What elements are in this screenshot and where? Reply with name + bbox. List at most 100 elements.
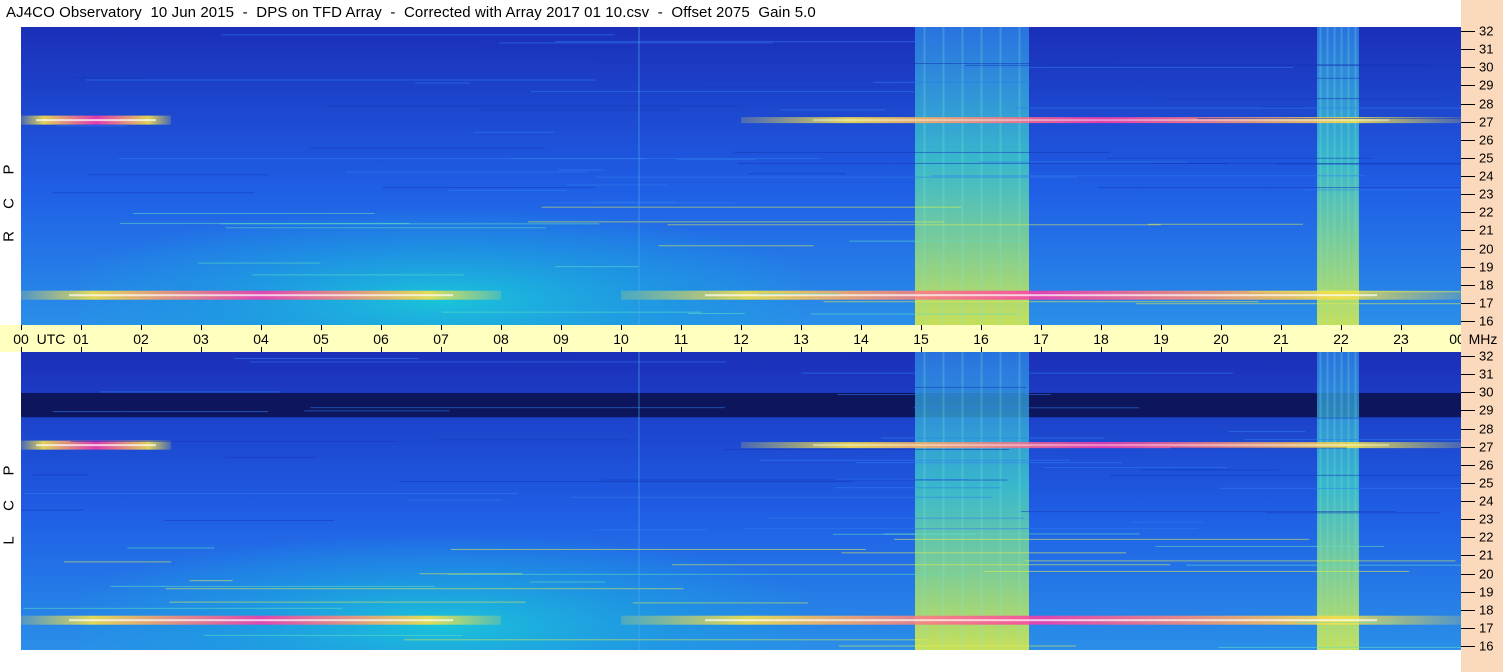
mhz-label: MHz	[1468, 331, 1498, 347]
emission-core	[813, 444, 1389, 447]
freq-tick	[1461, 501, 1475, 502]
daytime-background	[81, 157, 801, 325]
rfi-streak	[517, 365, 576, 367]
time-tick	[1341, 325, 1342, 330]
rfi-streak	[310, 407, 725, 409]
rfi-streak	[810, 313, 1018, 315]
freq-tick-label: 19	[1479, 259, 1494, 275]
lcp-spectrogram	[21, 352, 1461, 650]
time-tick	[201, 325, 202, 330]
rfi-streak	[555, 41, 936, 43]
freq-tick	[1461, 121, 1475, 123]
time-tick-label: 00	[13, 331, 29, 347]
time-tick	[981, 325, 982, 330]
freq-tick-label: 22	[1479, 204, 1494, 220]
time-tick	[1401, 325, 1402, 330]
rfi-streak	[252, 274, 465, 276]
rfi-streak	[327, 105, 740, 107]
rfi-streak	[672, 564, 1171, 566]
rfi-streak	[1110, 474, 1461, 476]
rfi-streak	[959, 66, 1294, 68]
freq-tick	[1461, 464, 1475, 466]
rfi-streak	[1303, 189, 1461, 191]
rfi-streak	[757, 293, 841, 295]
rfi-streak	[704, 86, 903, 88]
rfi-streak	[127, 547, 215, 549]
freq-tick	[1461, 31, 1475, 32]
rfi-streak	[439, 439, 629, 441]
time-tick-label: 05	[313, 331, 329, 347]
time-tick	[321, 325, 322, 330]
rfi-streak	[841, 552, 1127, 554]
freq-tick-label: 30	[1479, 384, 1494, 400]
rfi-streak	[575, 354, 844, 356]
rfi-streak	[601, 479, 1008, 481]
rfi-streak	[408, 499, 503, 501]
time-tick	[141, 325, 142, 330]
rfi-streak	[834, 487, 1001, 489]
rfi-streak	[1249, 291, 1461, 293]
pol-letter: C	[0, 500, 18, 511]
time-tick	[1101, 325, 1102, 330]
rfi-streak	[23, 607, 343, 609]
rfi-streak	[965, 64, 1431, 66]
rfi-streak	[677, 159, 757, 161]
rfi-streak	[747, 173, 846, 175]
rfi-streak	[165, 588, 684, 590]
freq-tick	[1461, 85, 1475, 87]
time-tick-label: 06	[373, 331, 389, 347]
rfi-streak	[893, 538, 1310, 540]
rfi-streak	[345, 171, 587, 173]
freq-tick	[1461, 321, 1475, 322]
freq-tick-label: 31	[1479, 41, 1494, 57]
rfi-streak	[250, 361, 726, 363]
rfi-streak	[110, 585, 435, 587]
lcp-spectrogram-plot	[21, 352, 1461, 650]
freq-tick-label: 26	[1479, 457, 1494, 473]
time-tick-label: 09	[553, 331, 569, 347]
rfi-streak	[873, 81, 1030, 83]
time-tick-label: 01	[73, 331, 89, 347]
rfi-streak	[596, 62, 1115, 64]
rfi-streak	[118, 158, 646, 160]
rfi-streak	[723, 448, 1010, 450]
rfi-streak	[1162, 49, 1245, 51]
time-axis: 00 01 02 03 04 05 06 07 08 09 10 11 12 13 14 15 16 17 18 19…	[0, 325, 1465, 352]
rfi-streak	[220, 223, 600, 225]
time-tick-label: 19	[1153, 331, 1169, 347]
freq-tick	[1461, 646, 1475, 647]
time-tick-label: 23	[1393, 331, 1409, 347]
rfi-streak	[734, 151, 1111, 153]
freq-tick-label: 21	[1479, 547, 1494, 563]
rfi-streak	[768, 517, 1024, 519]
time-tick	[501, 325, 502, 330]
rfi-streak	[481, 46, 638, 48]
freq-tick	[1461, 374, 1475, 376]
freq-tick	[1461, 482, 1475, 484]
rfi-streak	[56, 125, 127, 127]
time-tick	[561, 325, 562, 330]
rfi-streak	[687, 312, 746, 314]
freq-tick-label: 31	[1479, 366, 1494, 382]
rfi-streak	[447, 573, 966, 575]
rfi-streak	[529, 581, 606, 583]
rfi-streak	[1044, 467, 1228, 469]
freq-tick-label: 17	[1479, 620, 1494, 636]
rfi-streak	[555, 266, 639, 268]
freq-tick	[1461, 446, 1475, 448]
time-tick	[261, 325, 262, 330]
rfi-streak	[779, 109, 886, 111]
freq-tick-label: 16	[1479, 313, 1494, 329]
freq-tick-label: 18	[1479, 602, 1494, 618]
rfi-streak	[837, 394, 1051, 396]
freq-tick	[1461, 103, 1475, 105]
time-tick-label: 15	[913, 331, 929, 347]
time-tick	[921, 325, 922, 330]
time-tick-label: 20	[1213, 331, 1229, 347]
rfi-streak	[541, 206, 962, 208]
freq-tick	[1461, 284, 1475, 286]
pol-letter: P	[0, 164, 18, 175]
freq-tick	[1461, 356, 1475, 357]
rfi-streak	[399, 481, 852, 483]
pol-letter: R	[0, 231, 18, 242]
